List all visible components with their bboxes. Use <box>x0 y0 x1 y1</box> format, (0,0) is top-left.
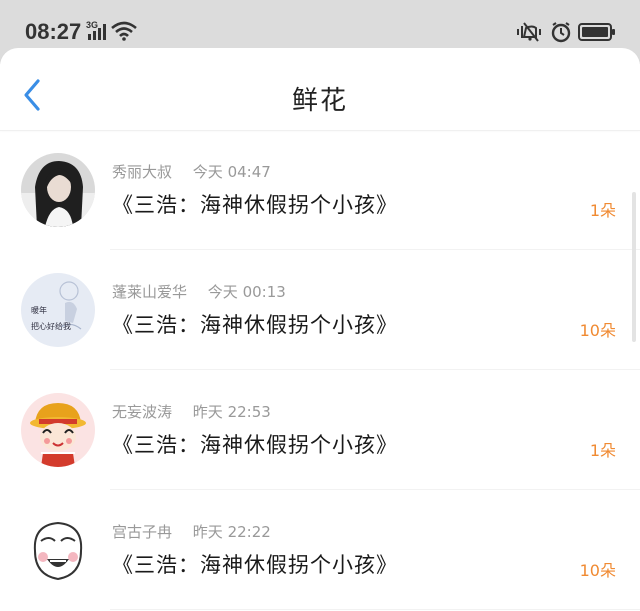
row-divider <box>110 369 640 370</box>
timestamp: 今天 00:13 <box>207 283 286 301</box>
meme-face-avatar <box>21 513 95 587</box>
post-title[interactable]: 《三浩：海神休假拐个小孩》 <box>112 429 398 459</box>
timestamp: 今天 04:47 <box>192 163 271 181</box>
cartoon-girl-avatar <box>21 393 95 467</box>
row-divider <box>110 609 640 610</box>
navigation-bar: 鲜花 <box>0 48 640 130</box>
post-title[interactable]: 《三浩：海神休假拐个小孩》 <box>112 549 398 579</box>
avatar[interactable] <box>21 513 95 587</box>
item-meta: 蓬莱山爱华 今天 00:13 <box>112 281 286 302</box>
flower-gift-list: 秀丽大叔 今天 04:47 《三浩：海神休假拐个小孩》 1朵 暖年 把心好给我 … <box>0 131 640 611</box>
list-item[interactable]: 暖年 把心好给我 蓬莱山爱华 今天 00:13 《三浩：海神休假拐个小孩》 10… <box>0 251 640 371</box>
timestamp: 昨天 22:53 <box>192 403 271 421</box>
mute-icon <box>517 22 541 42</box>
post-title[interactable]: 《三浩：海神休假拐个小孩》 <box>112 309 398 339</box>
post-title[interactable]: 《三浩：海神休假拐个小孩》 <box>112 189 398 219</box>
list-item[interactable]: 宫古子冉 昨天 22:22 《三浩：海神休假拐个小孩》 10朵 <box>0 491 640 611</box>
row-divider <box>110 249 640 250</box>
sender-name[interactable]: 秀丽大叔 <box>112 163 172 181</box>
battery-icon <box>578 23 615 41</box>
page-title: 鲜花 <box>291 86 348 116</box>
status-time: 08:27 <box>25 19 82 44</box>
avatar-text-line-2: 把心好给我 <box>31 321 71 331</box>
signal-icon <box>88 24 106 40</box>
flower-count: 1朵 <box>589 201 616 220</box>
item-meta: 宫古子冉 昨天 22:22 <box>112 521 271 542</box>
avatar[interactable] <box>21 393 95 467</box>
alarm-icon <box>551 22 571 43</box>
row-divider <box>110 489 640 490</box>
sketch-avatar: 暖年 把心好给我 <box>21 273 95 347</box>
sender-name[interactable]: 蓬莱山爱华 <box>112 283 187 301</box>
list-item[interactable]: 秀丽大叔 今天 04:47 《三浩：海神休假拐个小孩》 1朵 <box>0 131 640 251</box>
flower-count: 10朵 <box>579 561 616 580</box>
flower-count: 1朵 <box>589 441 616 460</box>
avatar-text-line-1: 暖年 <box>31 305 47 315</box>
girl-photo-avatar <box>21 153 95 227</box>
item-meta: 无妄波涛 昨天 22:53 <box>112 401 271 422</box>
avatar[interactable]: 暖年 把心好给我 <box>21 273 95 347</box>
flower-count: 10朵 <box>579 321 616 340</box>
scrollbar[interactable] <box>632 192 636 342</box>
timestamp: 昨天 22:22 <box>192 523 271 541</box>
sender-name[interactable]: 无妄波涛 <box>112 403 172 421</box>
avatar[interactable] <box>21 153 95 227</box>
item-meta: 秀丽大叔 今天 04:47 <box>112 161 271 182</box>
wifi-icon <box>111 21 137 41</box>
list-item[interactable]: 无妄波涛 昨天 22:53 《三浩：海神休假拐个小孩》 1朵 <box>0 371 640 491</box>
sender-name[interactable]: 宫古子冉 <box>112 523 172 541</box>
